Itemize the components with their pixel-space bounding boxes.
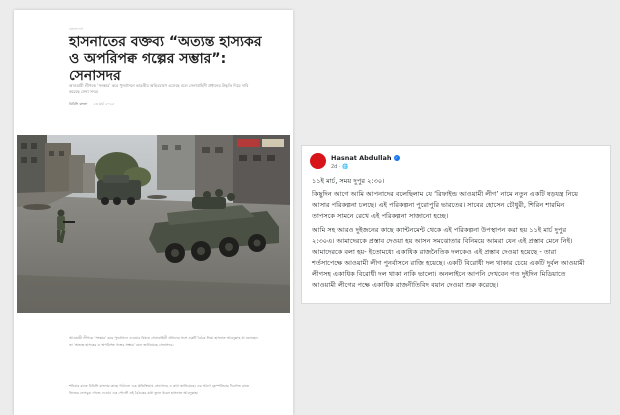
post-author[interactable]: Hasnat Abdullah ✓: [331, 154, 400, 162]
news-article-card: বাংলাদেশ হাসনাতের বক্তব্য “অত্যন্ত হাস্য…: [14, 10, 293, 415]
facebook-post-card: Hasnat Abdullah ✓ 2d · 🌐 ১১ই মার্চ, সময় …: [301, 145, 611, 304]
article-headline[interactable]: হাসনাতের বক্তব্য “অত্যন্ত হাস্যকর ও অপরি…: [69, 34, 274, 85]
street-armored-vehicles-photo: [17, 135, 290, 313]
post-text-line: তাপসকে সামনে রেখে এই পরিকল্পনা সাজানো হচ…: [312, 212, 449, 220]
article-section-label[interactable]: বাংলাদেশ: [69, 27, 83, 33]
article-photo: [17, 135, 290, 313]
article-byline: বিবিসি বাংলা ২৩ মার্চ ২০২৫: [69, 102, 114, 108]
byline-source: বিবিসি বাংলা: [69, 102, 88, 106]
byline-date: ২৩ মার্চ ২০২৫: [93, 102, 115, 106]
avatar[interactable]: [310, 153, 326, 169]
article-paragraph: শনিবার রাতে বিবিসি বাংলার কাছে পাঠানো এক…: [69, 384, 250, 395]
post-timestamp[interactable]: 2d · 🌐: [331, 164, 348, 170]
post-text-line: ১১ই মার্চ, সময় দুপুর ২:৩০।: [312, 177, 385, 185]
author-name[interactable]: Hasnat Abdullah: [331, 154, 392, 162]
article-paragraph: আওয়ামী লীগকে ‘সংস্কার’ করে পুনর্বাসনে দ…: [69, 336, 258, 347]
article-summary: আওয়ামী লীগকে ‘সংস্কার’ করে পুনর্বাসনে ভ…: [69, 83, 249, 95]
verified-badge-icon: ✓: [393, 155, 400, 161]
post-text-line: আওয়ামী লীগের পক্ষে একাধিক রাজনীতিবিদ বয…: [312, 281, 499, 289]
